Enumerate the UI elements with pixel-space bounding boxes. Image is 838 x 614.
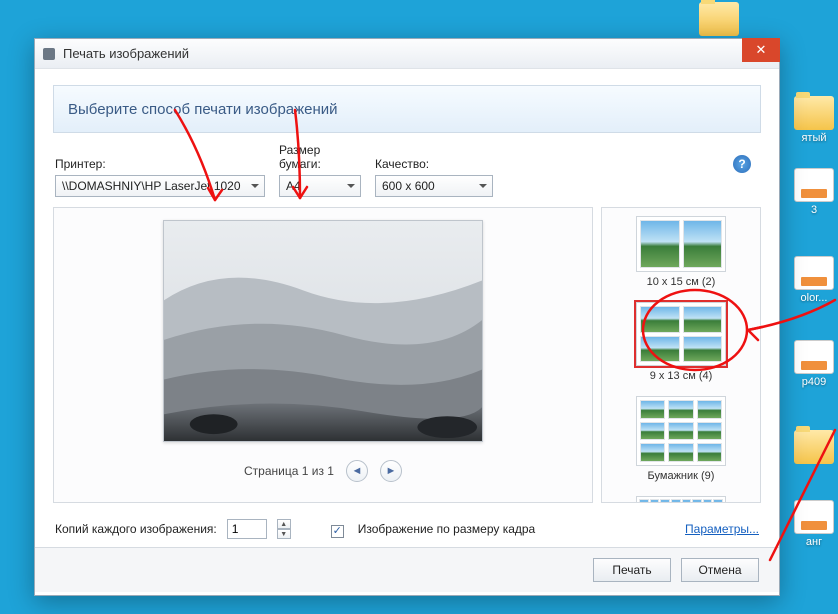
layout-9x13[interactable]: 9 x 13 см (4) [606,296,756,390]
print-dialog: Печать изображений ✕ Выберите способ печ… [34,38,780,596]
copies-up[interactable]: ▲ [277,519,291,529]
icon-label: ятый [790,132,838,144]
quality-label: Качество: [375,157,493,171]
cancel-button[interactable]: Отмена [681,558,759,582]
printer-value: \\DOMASHNIY\HP LaserJet 1020 [62,179,241,193]
banner-text: Выберите способ печати изображений [68,101,338,118]
layout-label: 10 x 15 см (2) [610,276,752,288]
dialog-footer: Печать Отмена [35,547,779,592]
page-indicator: Страница 1 из 1 [244,464,334,478]
desktop-folder[interactable] [695,2,743,38]
desktop-folder-3[interactable] [790,430,838,466]
close-icon: ✕ [756,42,767,58]
settings-row: Принтер: \\DOMASHNIY\HP LaserJet 1020 Ра… [35,133,779,203]
desktop-file-3[interactable]: p409 [790,340,838,388]
app-icon [43,48,55,60]
pager: Страница 1 из 1 ◄ ► [244,460,402,482]
icon-label: анг [790,536,838,548]
copies-label: Копий каждого изображения: [55,522,217,536]
next-page-button[interactable]: ► [380,460,402,482]
paper-select[interactable]: A4 [279,175,361,197]
paper-value: A4 [286,179,301,193]
desktop-folder-2[interactable]: ятый [790,96,838,144]
layout-10x15[interactable]: 10 x 15 см (2) [606,210,756,296]
preview-pane: Страница 1 из 1 ◄ ► [53,207,593,503]
printer-select[interactable]: \\DOMASHNIY\HP LaserJet 1020 [55,175,265,197]
titlebar[interactable]: Печать изображений ✕ [35,39,779,69]
chevron-left-icon: ◄ [352,465,363,477]
copies-row: Копий каждого изображения: ▲ ▼ Изображен… [35,509,779,547]
fit-label: Изображение по размеру кадра [358,522,535,536]
help-icon: ? [738,157,745,171]
printer-label: Принтер: [55,157,265,171]
layout-thumb [636,496,726,503]
chevron-right-icon: ► [386,465,397,477]
copies-input[interactable] [227,519,267,539]
quality-select[interactable]: 600 x 600 [375,175,493,197]
desktop-file-1[interactable]: 3 [790,168,838,216]
help-button[interactable]: ? [733,155,751,173]
desktop-file-2[interactable]: olor... [790,256,838,304]
layout-thumb [636,302,726,366]
icon-label: 3 [790,204,838,216]
banner: Выберите способ печати изображений [53,85,761,133]
quality-value: 600 x 600 [382,179,435,193]
icon-label: p409 [790,376,838,388]
layout-label: Бумажник (9) [610,470,752,482]
desktop-file-4[interactable]: анг [790,500,838,548]
layout-thumb [636,216,726,272]
parameters-link[interactable]: Параметры... [685,522,759,536]
prev-page-button[interactable]: ◄ [346,460,368,482]
window-title: Печать изображений [63,46,189,61]
fit-checkbox[interactable] [331,525,344,538]
landscape-image [164,221,482,441]
layout-thumb [636,396,726,466]
icon-label: olor... [790,292,838,304]
layout-wallet[interactable]: Бумажник (9) [606,390,756,490]
close-button[interactable]: ✕ [742,38,780,62]
layout-list[interactable]: 10 x 15 см (2) 9 x 13 см (4) Бумажник (9… [601,207,761,503]
preview-image [163,220,483,442]
layout-contact-sheet[interactable] [606,490,756,503]
layout-label: 9 x 13 см (4) [610,370,752,382]
copies-down[interactable]: ▼ [277,529,291,539]
print-button[interactable]: Печать [593,558,671,582]
paper-label: Размер бумаги: [279,143,361,171]
